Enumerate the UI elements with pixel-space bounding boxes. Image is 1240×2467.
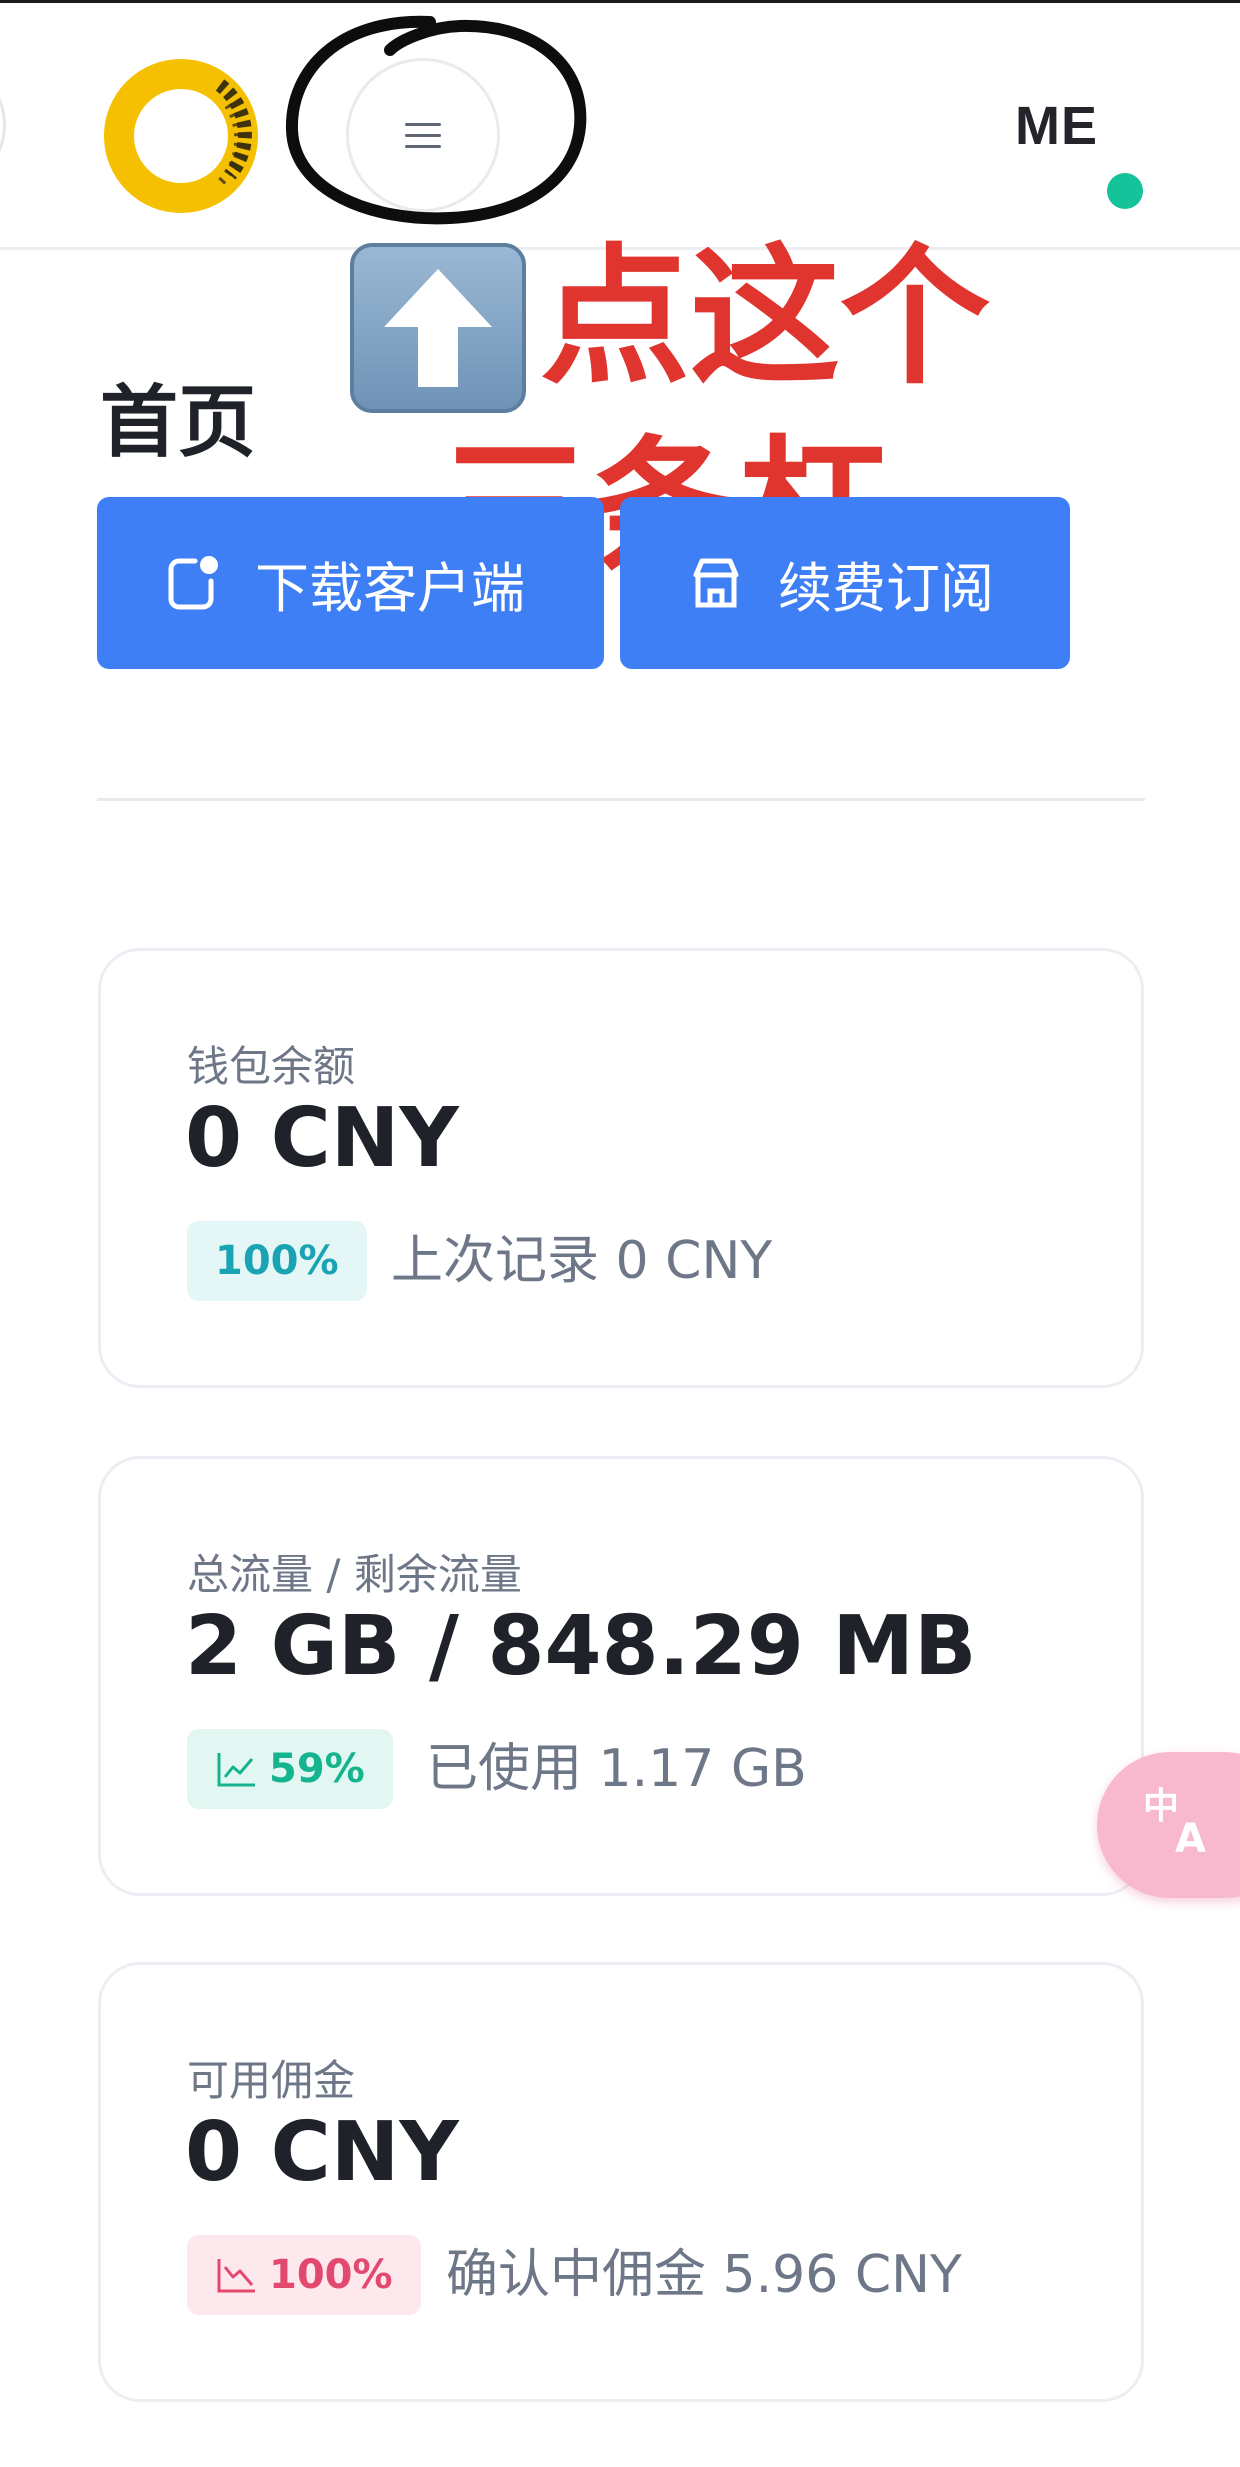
download-client-icon <box>168 556 218 610</box>
top-edge-line <box>0 0 1240 3</box>
online-status-dot <box>1107 173 1143 209</box>
commission-percent-text: 100% <box>269 2252 393 2298</box>
translate-icon: 中 A <box>1143 1786 1206 1858</box>
traffic-card: 总流量 / 剩余流量 2 GB / 848.29 MB 59% 已使用 1.17… <box>98 1456 1144 1896</box>
section-divider <box>97 798 1145 801</box>
user-avatar-initials[interactable]: ME <box>1015 95 1145 175</box>
up-arrow-emoji <box>350 243 526 413</box>
wallet-percent-badge: 100% <box>187 1221 367 1301</box>
top-navigation-bar: ME <box>0 0 1240 250</box>
traffic-percent-badge: 59% <box>187 1729 393 1809</box>
wallet-percent-text: 100% <box>215 1238 339 1284</box>
commission-label: 可用佣金 <box>187 2056 356 2105</box>
download-client-button[interactable]: 下载客户端 <box>97 497 604 669</box>
commission-card: 可用佣金 0 CNY 100% 确认中佣金 5.96 CNY <box>98 1962 1144 2402</box>
wallet-balance-value: 0 CNY <box>185 1091 459 1186</box>
wallet-last-record-note: 上次记录 0 CNY <box>391 1231 773 1291</box>
wallet-balance-label: 钱包余额 <box>187 1042 356 1091</box>
renew-subscription-label: 续费订阅 <box>778 556 994 620</box>
trend-down-icon <box>217 2259 255 2293</box>
traffic-used-note: 已使用 1.17 GB <box>426 1739 807 1799</box>
commission-percent-badge: 100% <box>187 2235 421 2315</box>
store-icon <box>693 558 739 608</box>
back-button-edge[interactable] <box>0 85 6 165</box>
traffic-label: 总流量 / 剩余流量 <box>187 1550 522 1599</box>
wallet-balance-card: 钱包余额 0 CNY 100% 上次记录 0 CNY <box>98 948 1144 1388</box>
hamburger-menu-button[interactable] <box>346 58 500 212</box>
translate-floating-button[interactable]: 中 A <box>1097 1752 1240 1898</box>
hamburger-menu-icon <box>405 119 441 152</box>
pending-commission-note: 确认中佣金 5.96 CNY <box>446 2245 962 2305</box>
svg-text:中: 中 <box>1143 1786 1179 1827</box>
commission-value: 0 CNY <box>185 2105 459 2200</box>
traffic-value: 2 GB / 848.29 MB <box>185 1599 977 1694</box>
svg-text:A: A <box>1175 1816 1206 1858</box>
trend-up-icon <box>217 1753 255 1787</box>
renew-subscription-button[interactable]: 续费订阅 <box>620 497 1070 669</box>
download-client-label: 下载客户端 <box>255 556 525 620</box>
traffic-percent-text: 59% <box>269 1746 365 1792</box>
ring-logo-icon[interactable] <box>100 55 262 217</box>
annotation-text-line1: 点这个 <box>540 231 991 405</box>
page-title: 首页 <box>100 378 257 468</box>
